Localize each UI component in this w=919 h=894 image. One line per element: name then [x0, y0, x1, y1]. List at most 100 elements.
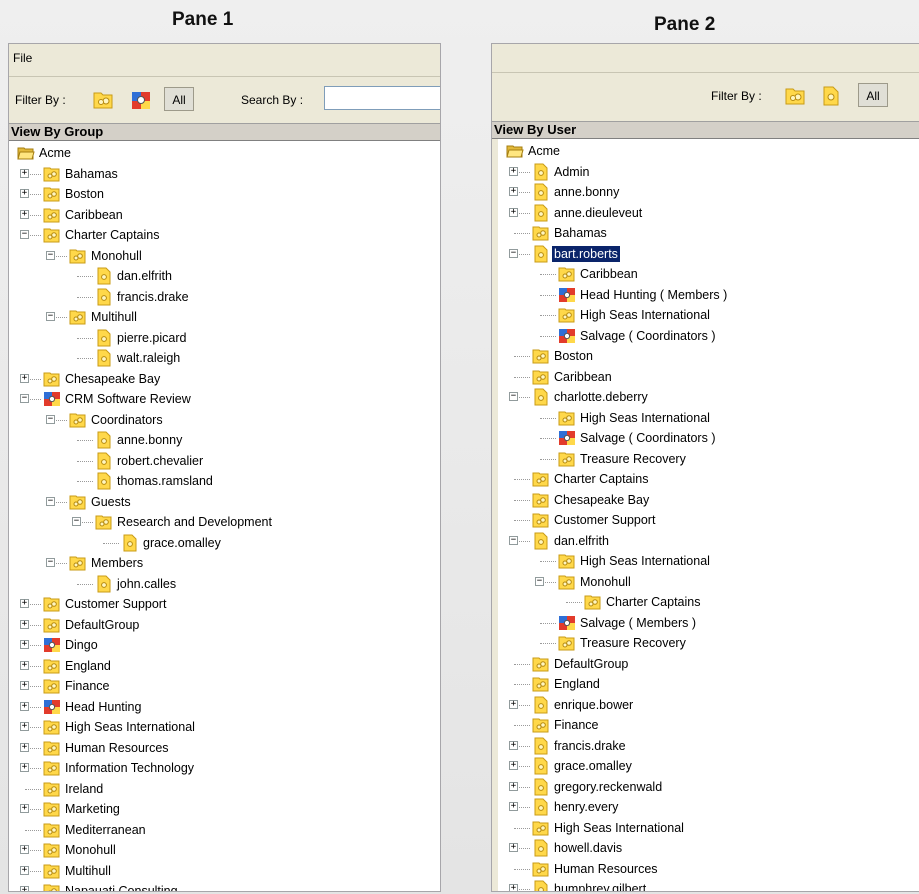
tree-user-node[interactable]: + anne.dieuleveut — [498, 203, 919, 223]
tree-group-node[interactable]: + England — [9, 656, 440, 676]
tree-root-node[interactable]: Acme — [9, 143, 440, 163]
tree-user-node[interactable]: + humphrey.gilbert — [498, 879, 919, 891]
expand-toggle-icon[interactable]: + — [509, 884, 518, 891]
collapse-toggle-icon[interactable]: − — [46, 558, 55, 567]
expand-toggle-icon[interactable]: + — [20, 886, 29, 891]
tree-group-node[interactable]: Charter Captains — [498, 592, 919, 612]
tree-user-node[interactable]: john.calles — [9, 574, 440, 594]
expand-toggle-icon[interactable]: + — [20, 742, 29, 752]
expand-toggle-icon[interactable]: + — [20, 189, 29, 198]
tree-group-node[interactable]: − Charter Captains — [9, 225, 440, 245]
collapse-toggle-icon[interactable]: − — [72, 517, 81, 526]
collapse-toggle-icon[interactable]: − — [535, 576, 544, 586]
tree-group-node[interactable]: + Napauati Consulting — [9, 881, 440, 891]
tree-user-node[interactable]: − dan.elfrith — [498, 531, 919, 551]
expand-toggle-icon[interactable]: + — [20, 619, 29, 629]
tree-group-node[interactable]: − Monohull — [498, 572, 919, 592]
tree-user-node[interactable]: grace.omalley — [9, 533, 440, 553]
tree-user-node[interactable]: walt.raleigh — [9, 348, 440, 368]
tree-group-node[interactable]: Customer Support — [498, 510, 919, 530]
filter-user-icon[interactable] — [819, 84, 843, 108]
file-menu[interactable]: File — [13, 51, 32, 65]
expand-toggle-icon[interactable]: + — [20, 804, 29, 813]
tree-group-node[interactable]: + Caribbean — [9, 205, 440, 225]
tree-user-node[interactable]: − bart.roberts — [498, 244, 919, 264]
collapse-toggle-icon[interactable]: − — [509, 535, 518, 545]
expand-toggle-icon[interactable]: + — [20, 722, 29, 731]
filter-project-icon[interactable] — [129, 88, 153, 112]
tree-user-node[interactable]: + grace.omalley — [498, 756, 919, 776]
tree-group-node[interactable]: Boston — [498, 346, 919, 366]
tree-user-node[interactable]: + henry.every — [498, 797, 919, 817]
tree-group-node[interactable]: + Dingo — [9, 635, 440, 655]
tree-group-node[interactable]: − CRM Software Review — [9, 389, 440, 409]
collapse-toggle-icon[interactable]: − — [20, 394, 29, 403]
expand-toggle-icon[interactable]: + — [509, 187, 518, 196]
filter-all-button[interactable]: All — [858, 83, 888, 107]
tree-group-node[interactable]: Human Resources — [498, 859, 919, 879]
tree-root-node[interactable]: Acme — [498, 141, 919, 161]
collapse-toggle-icon[interactable]: − — [46, 496, 55, 506]
tree-group-node[interactable]: Finance — [498, 715, 919, 735]
expand-toggle-icon[interactable]: + — [20, 599, 29, 608]
tree-group-node[interactable]: − Multihull — [9, 307, 440, 327]
tree-group-node[interactable]: Chesapeake Bay — [498, 490, 919, 510]
tree-user-node[interactable]: robert.chevalier — [9, 451, 440, 471]
collapse-toggle-icon[interactable]: − — [46, 250, 55, 260]
expand-toggle-icon[interactable]: + — [20, 865, 29, 875]
tree-group-node[interactable]: Mediterranean — [9, 820, 440, 840]
tree-group-node[interactable]: + Marketing — [9, 799, 440, 819]
expand-toggle-icon[interactable]: + — [509, 843, 518, 852]
tree-group-node[interactable]: Head Hunting ( Members ) — [498, 285, 919, 305]
tree-group-node[interactable]: Salvage ( Coordinators ) — [498, 428, 919, 448]
expand-toggle-icon[interactable]: + — [509, 207, 518, 217]
tree-group-node[interactable]: Ireland — [9, 779, 440, 799]
tree-group-node[interactable]: − Coordinators — [9, 410, 440, 430]
tree-group-node[interactable]: England — [498, 674, 919, 694]
tree-user-node[interactable]: francis.drake — [9, 287, 440, 307]
expand-toggle-icon[interactable]: + — [509, 699, 518, 709]
tree-group-node[interactable]: Caribbean — [498, 264, 919, 284]
expand-toggle-icon[interactable]: + — [509, 740, 518, 750]
expand-toggle-icon[interactable]: + — [20, 660, 29, 670]
expand-toggle-icon[interactable]: + — [20, 168, 29, 178]
tree-group-node[interactable]: + Multihull — [9, 861, 440, 881]
filter-all-button[interactable]: All — [164, 87, 194, 111]
tree-group-node[interactable]: + Information Technology — [9, 758, 440, 778]
tree-user-node[interactable]: dan.elfrith — [9, 266, 440, 286]
expand-toggle-icon[interactable]: + — [20, 373, 29, 383]
tree-group-node[interactable]: Treasure Recovery — [498, 633, 919, 653]
tree-group-node[interactable]: + Bahamas — [9, 164, 440, 184]
collapse-toggle-icon[interactable]: − — [46, 414, 55, 424]
filter-group-icon[interactable] — [783, 84, 807, 108]
tree-group-node[interactable]: + DefaultGroup — [9, 615, 440, 635]
tree-user-node[interactable]: + Admin — [498, 162, 919, 182]
tree-group-node[interactable]: Salvage ( Members ) — [498, 613, 919, 633]
expand-toggle-icon[interactable]: + — [509, 802, 518, 811]
tree-group-node[interactable]: + High Seas International — [9, 717, 440, 737]
collapse-toggle-icon[interactable]: − — [46, 312, 55, 321]
expand-toggle-icon[interactable]: + — [509, 166, 518, 176]
tree-group-node[interactable]: High Seas International — [498, 305, 919, 325]
tree-group-node[interactable]: Caribbean — [498, 367, 919, 387]
collapse-toggle-icon[interactable]: − — [509, 248, 518, 258]
tree-group-node[interactable]: + Monohull — [9, 840, 440, 860]
tree-group-node[interactable]: High Seas International — [498, 408, 919, 428]
filter-group-icon[interactable] — [91, 88, 115, 112]
search-input[interactable] — [324, 86, 440, 110]
expand-toggle-icon[interactable]: + — [509, 781, 518, 791]
collapse-toggle-icon[interactable]: − — [20, 230, 29, 239]
tree-user-node[interactable]: + howell.davis — [498, 838, 919, 858]
tree-group-node[interactable]: + Head Hunting — [9, 697, 440, 717]
tree-group-node[interactable]: + Human Resources — [9, 738, 440, 758]
expand-toggle-icon[interactable]: + — [20, 209, 29, 219]
tree-group-node[interactable]: Treasure Recovery — [498, 449, 919, 469]
tree-group-node[interactable]: Bahamas — [498, 223, 919, 243]
tree-user-node[interactable]: + enrique.bower — [498, 695, 919, 715]
tree-user-node[interactable]: + anne.bonny — [498, 182, 919, 202]
tree-group-node[interactable]: DefaultGroup — [498, 654, 919, 674]
expand-toggle-icon[interactable]: + — [20, 681, 29, 690]
tree-group-node[interactable]: + Boston — [9, 184, 440, 204]
tree-group-node[interactable]: + Customer Support — [9, 594, 440, 614]
tree-group-node[interactable]: − Members — [9, 553, 440, 573]
